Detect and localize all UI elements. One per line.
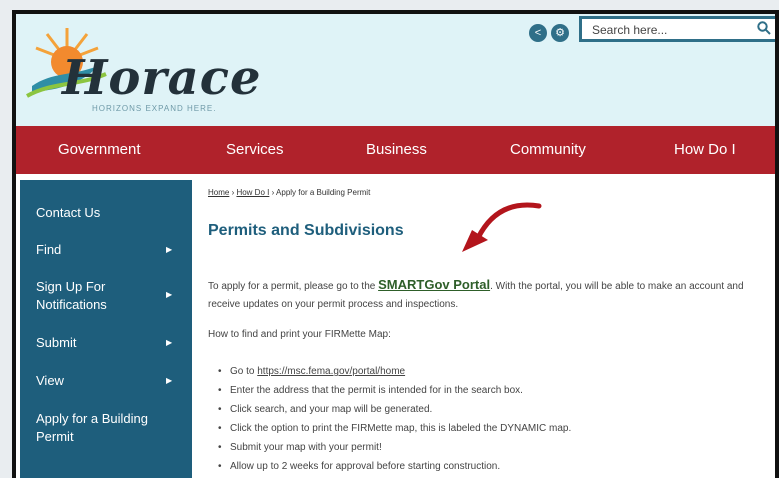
list-item: Click search, and your map will be gener… — [218, 404, 571, 423]
list-item: Submit your map with your permit! — [218, 442, 571, 461]
intro-text: To apply for a permit, please go to the — [208, 281, 379, 292]
breadcrumb: Home › How Do I › Apply for a Building P… — [208, 188, 370, 197]
sidebar-item-apply-permit[interactable]: Apply for a Building Permit — [36, 410, 156, 446]
firmette-heading: How to find and print your FIRMette Map: — [208, 329, 391, 340]
list-item: Enter the address that the permit is int… — [218, 385, 571, 404]
search-icon[interactable] — [757, 21, 771, 35]
search-box — [579, 16, 775, 42]
sidebar-item-view[interactable]: View — [36, 372, 64, 390]
browser-frame: Horace HORIZONS EXPAND HERE. < ⚙ Governm… — [12, 10, 779, 478]
nav-community[interactable]: Community — [510, 141, 586, 158]
list-item: Click the option to print the FIRMette m… — [218, 423, 571, 442]
logo-tagline: HORIZONS EXPAND HERE. — [92, 104, 217, 113]
list-item-text: Go to — [230, 366, 258, 377]
chevron-right-icon[interactable]: ▶ — [166, 290, 172, 299]
list-item: Go to https://msc.fema.gov/portal/home — [218, 366, 571, 385]
chevron-right-icon[interactable]: ▶ — [166, 338, 172, 347]
sidebar-item-find[interactable]: Find — [36, 241, 61, 259]
sidebar-item-contact-us[interactable]: Contact Us — [36, 204, 100, 222]
logo-wordmark: Horace — [62, 50, 262, 106]
intro-paragraph: To apply for a permit, please go to the … — [208, 276, 753, 314]
annotation-arrow-icon — [462, 202, 542, 252]
search-input[interactable] — [590, 19, 754, 41]
sidebar-item-submit[interactable]: Submit — [36, 334, 76, 352]
breadcrumb-current: Apply for a Building Permit — [276, 188, 371, 197]
gear-icon[interactable]: ⚙ — [551, 24, 569, 42]
nav-government[interactable]: Government — [58, 141, 141, 158]
breadcrumb-how-do-i[interactable]: How Do I — [236, 188, 269, 197]
page-title: Permits and Subdivisions — [208, 222, 404, 239]
nav-business[interactable]: Business — [366, 141, 427, 158]
smartgov-portal-link[interactable]: SMARTGov Portal — [378, 277, 490, 292]
main-nav: Government Services Business Community H… — [16, 126, 775, 174]
share-icon[interactable]: < — [529, 24, 547, 42]
sidebar: Contact Us Find ▶ Sign Up For Notificati… — [20, 180, 192, 478]
list-item: Allow up to 2 weeks for approval before … — [218, 461, 571, 478]
site-header: Horace HORIZONS EXPAND HERE. < ⚙ — [16, 14, 775, 126]
chevron-right-icon[interactable]: ▶ — [166, 376, 172, 385]
instruction-list: Go to https://msc.fema.gov/portal/home E… — [208, 366, 571, 478]
nav-how-do-i[interactable]: How Do I — [674, 141, 736, 158]
sidebar-item-sign-up[interactable]: Sign Up For Notifications — [36, 278, 146, 314]
fema-portal-link[interactable]: https://msc.fema.gov/portal/home — [257, 366, 405, 377]
chevron-right-icon[interactable]: ▶ — [166, 245, 172, 254]
horace-logo[interactable]: Horace HORIZONS EXPAND HERE. — [22, 20, 261, 120]
breadcrumb-home[interactable]: Home — [208, 188, 229, 197]
nav-services[interactable]: Services — [226, 141, 284, 158]
